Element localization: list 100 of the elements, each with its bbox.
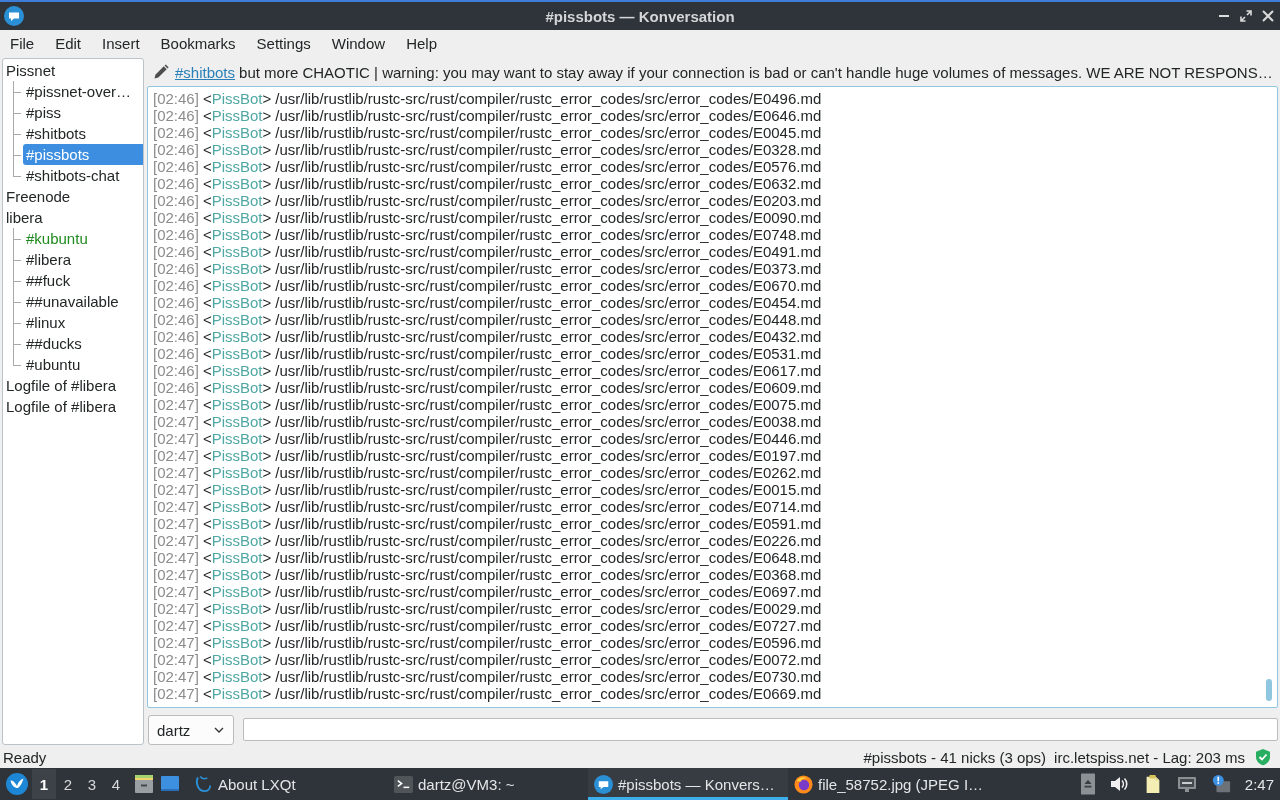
message-text: /usr/lib/rustlib/rustc-src/rust/compiler/rustc_error_codes/src/error_codes/E0090.md: [275, 209, 822, 226]
taskbar-button[interactable]: About LXQt: [188, 768, 388, 800]
sidebar-item[interactable]: #linux: [23, 312, 143, 333]
network-icon[interactable]: [1176, 774, 1197, 794]
desktop-button[interactable]: 3: [80, 769, 104, 799]
message-nick: <PissBot>: [202, 328, 272, 345]
terminal-icon: [394, 774, 413, 794]
message-timestamp: [02:46]: [153, 175, 199, 192]
message-timestamp: [02:47]: [153, 583, 199, 600]
desktop-button[interactable]: 1: [32, 769, 56, 799]
sidebar-item[interactable]: Logfile of #libera: [3, 375, 143, 396]
message-text: /usr/lib/rustlib/rustc-src/rust/compiler/rustc_error_codes/src/error_codes/E0646.md: [275, 107, 822, 124]
message-timestamp: [02:46]: [153, 226, 199, 243]
message-text: /usr/lib/rustlib/rustc-src/rust/compiler/rustc_error_codes/src/error_codes/E0496.md: [275, 90, 822, 107]
sidebar-item[interactable]: #shitbots: [23, 123, 143, 144]
menu-item[interactable]: Settings: [246, 32, 321, 54]
sidebar-item[interactable]: #kubuntu: [23, 228, 143, 249]
pencil-icon[interactable]: [153, 64, 169, 80]
screen-icon[interactable]: [160, 774, 180, 794]
message-nick: <PissBot>: [202, 107, 272, 124]
app-menu-icon[interactable]: [6, 773, 28, 795]
message-text: /usr/lib/rustlib/rustc-src/rust/compiler/rustc_error_codes/src/error_codes/E0632.md: [275, 175, 822, 192]
message-nick: <PissBot>: [202, 243, 272, 260]
sidebar-item[interactable]: Logfile of #libera: [3, 396, 143, 417]
message-timestamp: [02:47]: [153, 549, 199, 566]
clock[interactable]: 2:47: [1244, 775, 1274, 793]
menu-item[interactable]: Insert: [92, 32, 150, 54]
message-text: /usr/lib/rustlib/rustc-src/rust/compiler/rustc_error_codes/src/error_codes/E0072.md: [275, 651, 822, 668]
menu-item[interactable]: Bookmarks: [150, 32, 246, 54]
message-input[interactable]: [243, 718, 1278, 741]
taskbar-button[interactable]: dartz@VM3: ~: [388, 768, 588, 800]
message-text: /usr/lib/rustlib/rustc-src/rust/compiler/rustc_error_codes/src/error_codes/E0262.md: [275, 464, 822, 481]
message-text: /usr/lib/rustlib/rustc-src/rust/compiler/rustc_error_codes/src/error_codes/E0617.md: [275, 362, 822, 379]
sidebar-item[interactable]: #piss: [23, 102, 143, 123]
message-timestamp: [02:47]: [153, 464, 199, 481]
message-timestamp: [02:46]: [153, 192, 199, 209]
message-text: /usr/lib/rustlib/rustc-src/rust/compiler/rustc_error_codes/src/error_codes/E0730.md: [275, 668, 822, 685]
sidebar-item[interactable]: #ubuntu: [23, 354, 143, 375]
message-nick: <PissBot>: [202, 124, 272, 141]
sidebar-item[interactable]: ##fuck: [23, 270, 143, 291]
eject-icon[interactable]: [1080, 773, 1095, 795]
message-nick: <PissBot>: [202, 566, 272, 583]
sidebar-item[interactable]: ##ducks: [23, 333, 143, 354]
message-nick: <PissBot>: [202, 311, 272, 328]
sidebar-item[interactable]: Freenode: [3, 186, 143, 207]
message-nick: <PissBot>: [202, 90, 272, 107]
message-timestamp: [02:47]: [153, 413, 199, 430]
message-timestamp: [02:46]: [153, 311, 199, 328]
message-nick: <PissBot>: [202, 668, 272, 685]
window-title: #pissbots — Konversation: [545, 7, 735, 25]
message-text: /usr/lib/rustlib/rustc-src/rust/compiler/rustc_error_codes/src/error_codes/E0576.md: [275, 158, 822, 175]
message-timestamp: [02:47]: [153, 498, 199, 515]
message-nick: <PissBot>: [202, 158, 272, 175]
nickname-dropdown[interactable]: dartz: [148, 715, 234, 745]
message-text: /usr/lib/rustlib/rustc-src/rust/compiler/rustc_error_codes/src/error_codes/E0748.md: [275, 226, 822, 243]
sidebar-item[interactable]: #shitbots-chat: [23, 165, 143, 186]
message-nick: <PissBot>: [202, 583, 272, 600]
message-text: /usr/lib/rustlib/rustc-src/rust/compiler/rustc_error_codes/src/error_codes/E0368.md: [275, 566, 822, 583]
message-nick: <PissBot>: [202, 498, 272, 515]
message-timestamp: [02:46]: [153, 328, 199, 345]
taskbar-button[interactable]: file_58752.jpg (JPEG I…: [788, 768, 988, 800]
message-text: /usr/lib/rustlib/rustc-src/rust/compiler/rustc_error_codes/src/error_codes/E0591.md: [275, 515, 822, 532]
browser-icon: [794, 774, 813, 794]
sidebar-item[interactable]: ##unavailable: [23, 291, 143, 312]
chat-bubble-icon: [4, 6, 24, 26]
sidebar-item[interactable]: #libera: [23, 249, 143, 270]
message-text: /usr/lib/rustlib/rustc-src/rust/compiler/rustc_error_codes/src/error_codes/E0203.md: [275, 192, 822, 209]
sidebar-item[interactable]: #pissnet-over…: [23, 81, 143, 102]
message-timestamp: [02:47]: [153, 532, 199, 549]
menu-item[interactable]: Edit: [45, 32, 92, 54]
message-text: /usr/lib/rustlib/rustc-src/rust/compiler/rustc_error_codes/src/error_codes/E0669.md: [275, 685, 822, 702]
message-nick: <PissBot>: [202, 396, 272, 413]
menu-item[interactable]: File: [0, 32, 45, 54]
message-timestamp: [02:47]: [153, 685, 199, 702]
message-nick: <PissBot>: [202, 345, 272, 362]
message-text: /usr/lib/rustlib/rustc-src/rust/compiler/rustc_error_codes/src/error_codes/E0029.md: [275, 600, 822, 617]
maximize-icon[interactable]: [1240, 10, 1252, 22]
scrollbar-thumb[interactable]: [1266, 679, 1272, 701]
file-drawer-icon[interactable]: [134, 774, 154, 794]
chat-bubble-icon: [594, 774, 613, 794]
message-nick: <PissBot>: [202, 515, 272, 532]
message-timestamp: [02:47]: [153, 515, 199, 532]
topic-link[interactable]: #shitbots: [175, 63, 236, 81]
notification-icon[interactable]: [1210, 774, 1231, 794]
sidebar-item[interactable]: Pissnet: [3, 60, 143, 81]
message-timestamp: [02:46]: [153, 124, 199, 141]
message-text: /usr/lib/rustlib/rustc-src/rust/compiler/rustc_error_codes/src/error_codes/E0531.md: [275, 345, 822, 362]
speaker-icon[interactable]: [1108, 774, 1129, 794]
desktop-button[interactable]: 4: [104, 769, 128, 799]
menu-item[interactable]: Window: [321, 32, 396, 54]
message-text: /usr/lib/rustlib/rustc-src/rust/compiler/rustc_error_codes/src/error_codes/E0197.md: [275, 447, 822, 464]
taskbar-button[interactable]: #pissbots — Konvers…: [588, 768, 788, 800]
close-icon[interactable]: [1262, 10, 1274, 22]
desktop-button[interactable]: 2: [56, 769, 80, 799]
menu-item[interactable]: Help: [396, 32, 447, 54]
message-text: /usr/lib/rustlib/rustc-src/rust/compiler/rustc_error_codes/src/error_codes/E0038.md: [275, 413, 822, 430]
message-nick: <PissBot>: [202, 634, 272, 651]
sidebar-item[interactable]: libera: [3, 207, 143, 228]
message-nick: <PissBot>: [202, 447, 272, 464]
message-timestamp: [02:47]: [153, 668, 199, 685]
